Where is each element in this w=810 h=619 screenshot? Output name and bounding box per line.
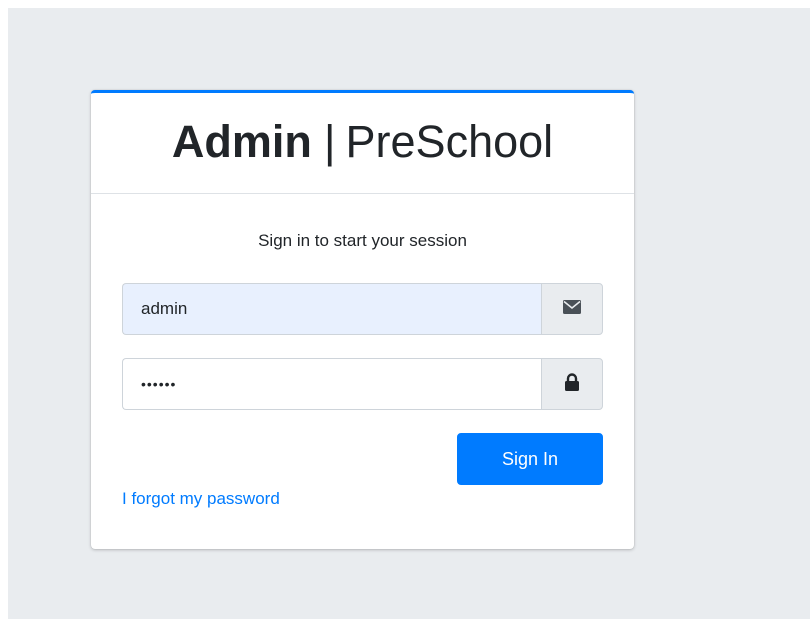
password-input-group — [122, 358, 603, 410]
brand-name-light: PreSchool — [345, 115, 554, 167]
sign-in-button[interactable]: Sign In — [457, 433, 603, 485]
login-card: Admin | PreSchool Sign in to start your … — [91, 90, 634, 549]
brand-separator: | — [323, 115, 336, 167]
email-addon — [541, 283, 603, 335]
email-input-group — [122, 283, 603, 335]
forgot-password-link[interactable]: I forgot my password — [122, 489, 280, 509]
password-addon — [541, 358, 603, 410]
password-input[interactable] — [122, 358, 541, 410]
login-logo: Admin | PreSchool — [91, 93, 634, 194]
email-input[interactable] — [122, 283, 541, 335]
lock-icon — [564, 372, 580, 396]
envelope-icon — [563, 299, 581, 319]
login-box-message: Sign in to start your session — [258, 231, 467, 250]
brand-name-bold: Admin — [171, 115, 312, 167]
